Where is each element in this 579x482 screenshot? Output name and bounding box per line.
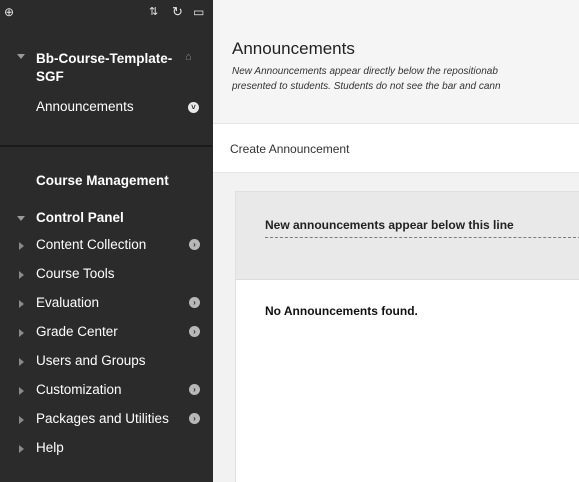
sidebar-item-label: Course Tools <box>36 266 115 281</box>
page-header: Announcements New Announcements appear d… <box>213 0 579 123</box>
sidebar-item-content-collection[interactable]: Content Collection › <box>0 237 212 259</box>
sidebar-item-label: Packages and Utilities <box>36 411 169 426</box>
sidebar-divider <box>0 145 212 147</box>
announcements-list: New announcements appear below this line… <box>235 191 579 482</box>
sidebar-item-label: Content Collection <box>36 237 147 252</box>
page-description: New Announcements appear directly below … <box>232 64 579 94</box>
chevron-right-icon[interactable] <box>19 300 24 308</box>
reposition-bar-label: New announcements appear below this line <box>265 218 514 232</box>
sidebar-item-evaluation[interactable]: Evaluation › <box>0 295 212 317</box>
page-description-line: presented to students. Students do not s… <box>232 81 501 92</box>
course-management-heading: Course Management <box>36 173 169 188</box>
reposition-line <box>265 237 579 238</box>
course-title[interactable]: Bb-Course-Template-SGF <box>36 50 182 86</box>
chevron-down-icon[interactable]: ˅ <box>188 102 199 113</box>
chevron-right-icon[interactable] <box>19 387 24 395</box>
sidebar-item-grade-center[interactable]: Grade Center › <box>0 324 212 346</box>
chevron-right-icon[interactable]: › <box>189 384 200 395</box>
sidebar-item-packages-and-utilities[interactable]: Packages and Utilities › <box>0 411 212 433</box>
sidebar-item-label: Customization <box>36 382 122 397</box>
chevron-right-icon[interactable] <box>19 416 24 424</box>
control-panel-label[interactable]: Control Panel <box>36 210 124 225</box>
sidebar-item-course-tools[interactable]: Course Tools <box>0 266 212 288</box>
sidebar-item-customization[interactable]: Customization › <box>0 382 212 404</box>
plus-circle-icon[interactable]: ⊕ <box>4 5 14 19</box>
page-description-line: New Announcements appear directly below … <box>232 66 498 77</box>
page-title: Announcements <box>232 39 355 58</box>
reposition-bar[interactable]: New announcements appear below this line <box>236 192 579 280</box>
content-area: New announcements appear below this line… <box>213 173 579 482</box>
chevron-right-icon[interactable] <box>19 271 24 279</box>
sidebar-item-label: Users and Groups <box>36 353 146 368</box>
course-menu-sidebar: ⊕ ⇅ ↻ ▭ Bb-Course-Template-SGF ⌂ Announc… <box>0 0 212 482</box>
sidebar-item-label: Grade Center <box>36 324 118 339</box>
sort-arrows-icon[interactable]: ⇅ <box>149 5 158 19</box>
chevron-down-icon[interactable] <box>17 54 25 59</box>
chevron-right-icon[interactable]: › <box>189 413 200 424</box>
control-panel-heading[interactable]: Control Panel <box>0 210 212 230</box>
sidebar-item-label: Evaluation <box>36 295 100 310</box>
sidebar-item-announcements[interactable]: Announcements <box>36 99 134 114</box>
chevron-right-icon[interactable] <box>19 242 24 250</box>
main-content: Announcements New Announcements appear d… <box>212 0 579 482</box>
chevron-down-icon[interactable] <box>17 216 25 221</box>
folder-icon[interactable]: ▭ <box>193 5 204 19</box>
home-icon[interactable]: ⌂ <box>185 51 192 63</box>
chevron-right-icon[interactable] <box>19 445 24 453</box>
course-menu-block: Bb-Course-Template-SGF ⌂ Announcements ˅ <box>0 46 212 156</box>
create-announcement-button[interactable]: Create Announcement <box>230 142 349 156</box>
empty-message: No Announcements found. <box>265 304 418 318</box>
chevron-right-icon[interactable]: › <box>189 326 200 337</box>
chevron-right-icon[interactable] <box>19 329 24 337</box>
course-menu-toolbar: ⊕ ⇅ ↻ ▭ <box>0 0 212 28</box>
refresh-icon[interactable]: ↻ <box>172 5 183 19</box>
sidebar-item-help[interactable]: Help <box>0 440 212 462</box>
chevron-right-icon[interactable]: › <box>189 297 200 308</box>
sidebar-item-users-and-groups[interactable]: Users and Groups <box>0 353 212 375</box>
sidebar-item-label: Help <box>36 440 64 455</box>
chevron-right-icon[interactable]: › <box>189 239 200 250</box>
action-bar: Create Announcement <box>213 123 579 173</box>
chevron-right-icon[interactable] <box>19 358 24 366</box>
